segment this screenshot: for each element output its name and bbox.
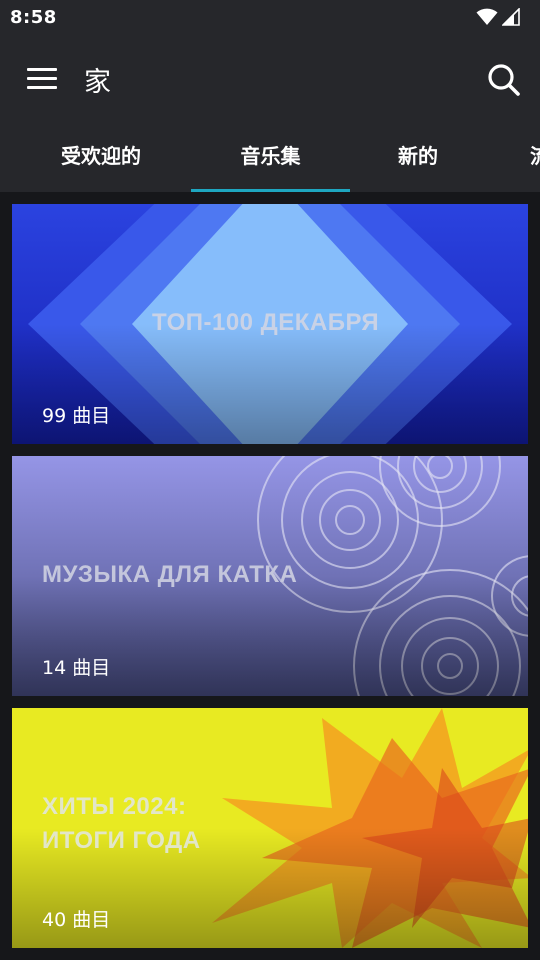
status-time: 8:58	[10, 7, 57, 28]
menu-icon-bar	[27, 77, 57, 80]
track-count: 14 曲目	[42, 657, 111, 679]
page-title: 家	[84, 67, 111, 98]
signal-icon	[502, 8, 520, 26]
collection-card[interactable]: МУЗЫКА ДЛЯ КАТКА 14 曲目	[12, 456, 528, 696]
collection-card[interactable]: ТОП-100 ДЕКАБРЯ 99 曲目	[12, 204, 528, 444]
menu-icon	[27, 68, 57, 71]
search-icon[interactable]	[484, 60, 524, 100]
tab-new[interactable]: 新的	[368, 120, 468, 192]
track-count: 40 曲目	[42, 909, 111, 931]
collection-list: ТОП-100 ДЕКАБРЯ 99 曲目 МУЗЫКА ДЛЯ КАТКА 1…	[0, 192, 540, 960]
app-toolbar: 家	[0, 38, 540, 120]
tab-collections[interactable]: 音乐集	[191, 120, 350, 192]
collection-title: МУЗЫКА ДЛЯ КАТКА	[42, 561, 298, 588]
wifi-icon	[476, 8, 498, 25]
tab-streams[interactable]: 流	[530, 120, 540, 192]
collection-title: ХИТЫ 2024: ИТОГИ ГОДА	[42, 793, 201, 854]
collection-title: ТОП-100 ДЕКАБРЯ	[152, 309, 380, 336]
collection-card[interactable]: ХИТЫ 2024: ИТОГИ ГОДА 40 曲目	[12, 708, 528, 948]
menu-icon-bar	[27, 86, 57, 89]
tab-bar: 受欢迎的 音乐集 新的 流	[0, 120, 540, 192]
tab-popular[interactable]: 受欢迎的	[30, 120, 172, 192]
status-bar: 8:58	[0, 0, 540, 38]
menu-button[interactable]	[22, 60, 62, 96]
track-count: 99 曲目	[42, 405, 111, 427]
